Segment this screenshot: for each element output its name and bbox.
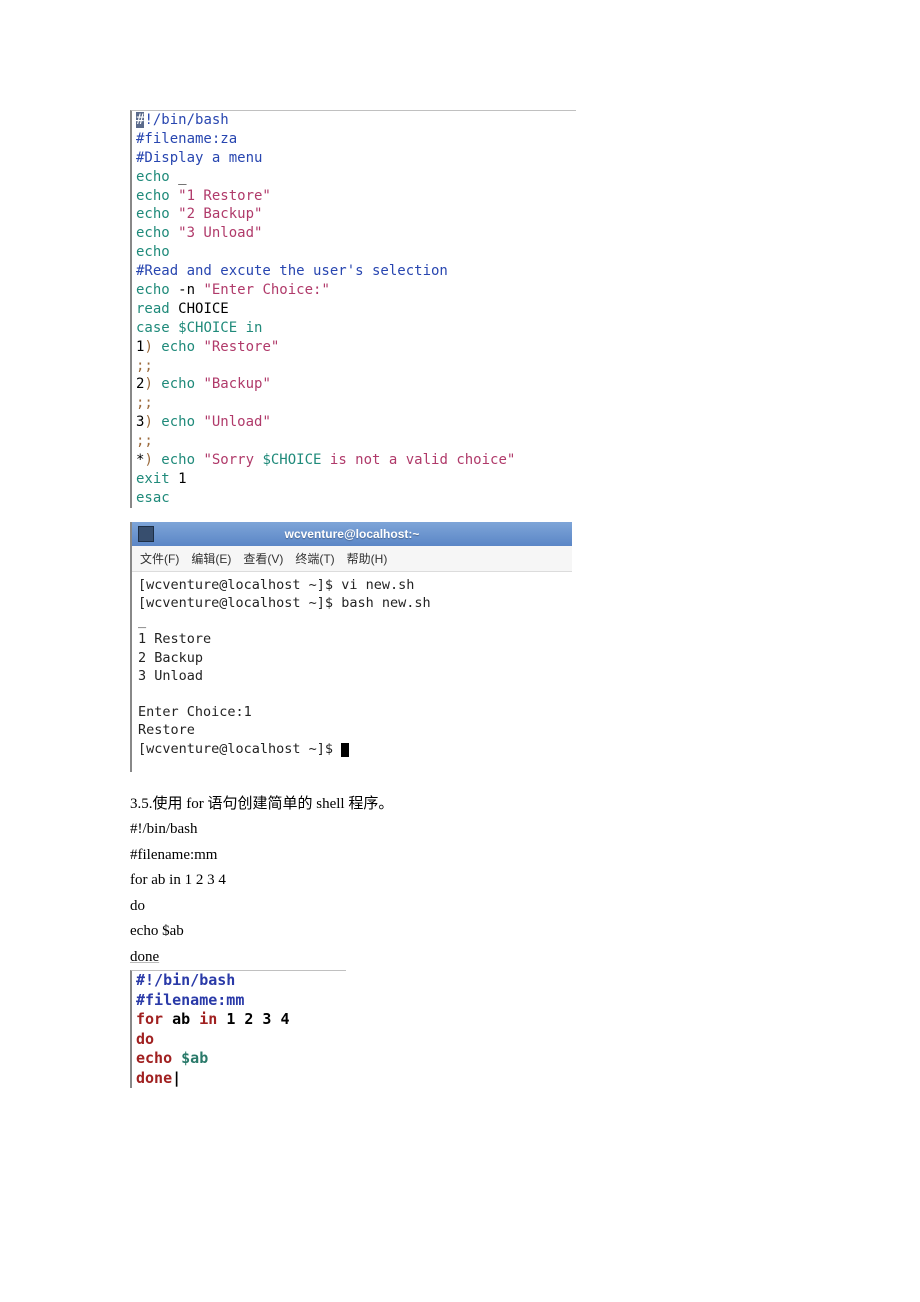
menu-edit[interactable]: 编辑(E) [191,550,231,567]
dsemi: ;; [136,395,153,411]
paren: ) [144,452,161,468]
var-choice2: $CHOICE [262,452,321,468]
echo-kw: echo [161,414,195,430]
str-notvalid: is not a valid choice" [321,452,515,468]
flag-n: -n [170,282,204,298]
esac-kw: esac [136,490,170,506]
dsemi: ;; [136,358,153,374]
for-kw: for [136,1010,172,1028]
terminal-title: wcventure@localhost:~ [285,527,420,541]
num-exit: 1 [178,471,186,487]
comment-mm: #filename:mm [136,991,244,1009]
doc-line-3: for ab in 1 2 3 4 [130,868,790,894]
terminal-icon [138,526,154,542]
in-kw2: in [199,1010,226,1028]
str-enter: "Enter Choice:" [203,282,329,298]
doc-line-5: echo $ab [130,919,790,945]
terminal-menubar: 文件(F) 编辑(E) 查看(V) 终端(T) 帮助(H) [132,546,572,572]
paren: ) [144,339,161,355]
var-choice-ref: $CHOICE [178,320,245,336]
underscore: _ [178,169,186,185]
code-block-za-script: #!/bin/bash #filename:za #Display a menu… [130,110,576,508]
var-ab-ref: $ab [181,1049,208,1067]
case-kw: case [136,320,178,336]
comment-filename: #filename:za [136,131,237,147]
terminal-window: wcventure@localhost:~ 文件(F) 编辑(E) 查看(V) … [130,522,572,772]
var-choice: CHOICE [178,301,229,317]
str-sorry: "Sorry [195,452,262,468]
exit-kw: exit [136,471,178,487]
done-kw: done [136,1069,172,1087]
shebang-2: #!/bin/bash [136,971,235,989]
echo-kw: echo [136,206,170,222]
str-unload2: "Unload" [195,414,271,430]
text-cursor: | [172,1069,181,1087]
terminal-titlebar[interactable]: wcventure@localhost:~ [132,522,572,546]
echo-kw: echo [136,282,170,298]
read-kw: read [136,301,178,317]
doc-line-1: #!/bin/bash [130,817,790,843]
comment-display: #Display a menu [136,150,262,166]
nums-1234: 1 2 3 4 [226,1010,289,1028]
in-kw: in [246,320,263,336]
comment-read: #Read and excute the user's selection [136,263,448,279]
echo-kw: echo [136,169,170,185]
echo-kw: echo [136,225,170,241]
echo-kw2: echo [136,1049,181,1067]
doc-text-block: 3.5.使用 for 语句创建简单的 shell 程序。 #!/bin/bash… [130,792,790,971]
code-block-mm-script: #!/bin/bash #filename:mm for ab in 1 2 3… [130,970,346,1088]
doc-line-6: done [130,945,340,971]
doc-line-4: do [130,894,790,920]
var-ab: ab [172,1010,199,1028]
shebang-rest: !/bin/bash [144,112,228,128]
do-kw: do [136,1030,154,1048]
echo-kw: echo [136,244,170,260]
echo-kw: echo [161,452,195,468]
echo-kw: echo [136,188,170,204]
echo-kw: echo [161,376,195,392]
str-restore: "1 Restore" [170,188,271,204]
doc-heading-35: 3.5.使用 for 语句创建简单的 shell 程序。 [130,792,790,818]
terminal-output: [wcventure@localhost ~]$ vi new.sh [wcve… [138,577,431,757]
echo-kw: echo [161,339,195,355]
terminal-body[interactable]: [wcventure@localhost ~]$ vi new.sh [wcve… [132,572,572,772]
paren: ) [144,414,161,430]
str-restore2: "Restore" [195,339,279,355]
terminal-cursor [341,743,349,757]
doc-line-2: #filename:mm [130,843,790,869]
dsemi: ;; [136,433,153,449]
str-backup2: "Backup" [195,376,271,392]
str-unload: "3 Unload" [170,225,263,241]
document-page: #!/bin/bash #filename:za #Display a menu… [0,0,920,1302]
menu-help[interactable]: 帮助(H) [347,550,388,567]
menu-view[interactable]: 查看(V) [243,550,283,567]
menu-file[interactable]: 文件(F) [140,550,179,567]
str-backup: "2 Backup" [170,206,263,222]
paren: ) [144,376,161,392]
menu-terminal[interactable]: 终端(T) [295,550,334,567]
